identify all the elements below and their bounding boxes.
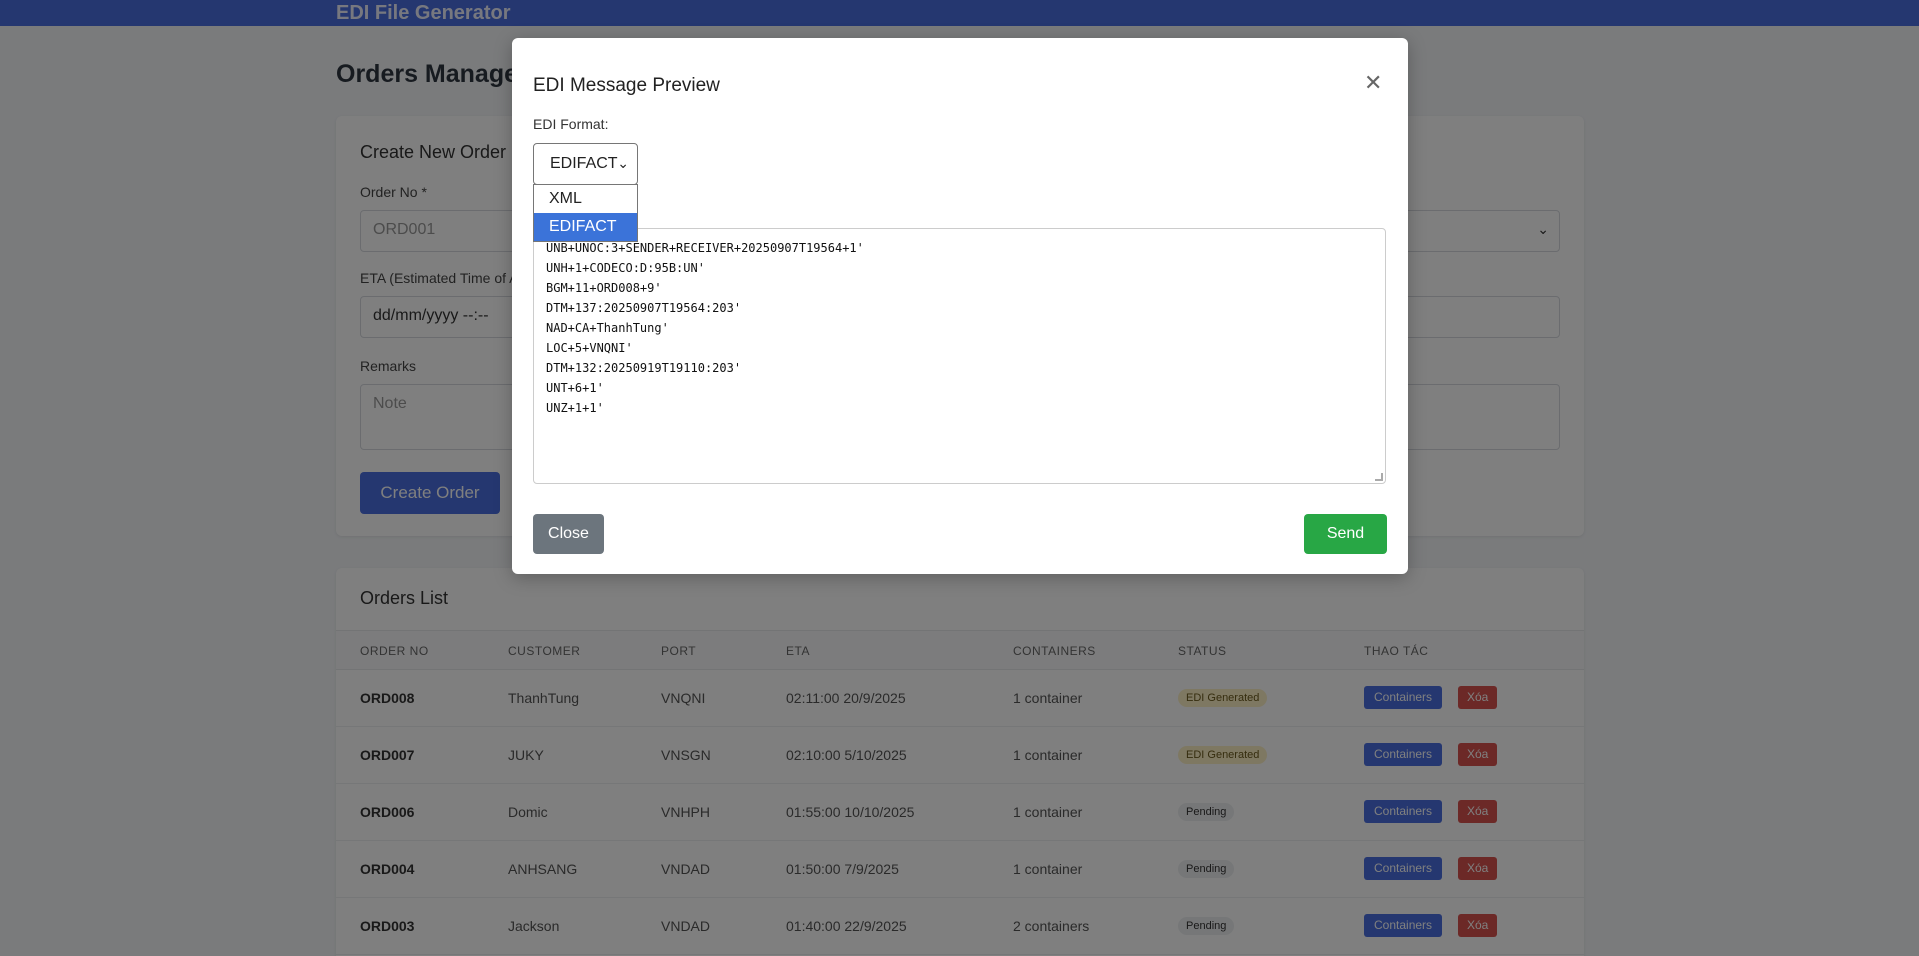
edi-line: UNT+6+1' <box>546 381 604 395</box>
edi-format-label: EDI Format: <box>533 116 609 132</box>
resize-handle[interactable] <box>1375 473 1383 481</box>
close-button[interactable]: Close <box>533 514 604 554</box>
edi-line: DTM+137:20250907T19564:203' <box>546 301 742 315</box>
edi-line: UNB+UNOC:3+SENDER+RECEIVER+20250907T1956… <box>546 241 864 255</box>
send-button[interactable]: Send <box>1304 514 1387 554</box>
edi-format-select[interactable]: EDIFACT ⌄ <box>533 143 638 185</box>
edi-format-dropdown: XML EDIFACT <box>533 184 638 242</box>
edi-format-value: EDIFACT <box>550 155 618 172</box>
edi-line: LOC+5+VNQNI' <box>546 341 633 355</box>
edi-line: UNZ+1+1' <box>546 401 604 415</box>
edi-preview-modal: EDI Message Preview ✕ EDI Format: EDIFAC… <box>512 38 1408 574</box>
close-icon[interactable]: ✕ <box>1364 72 1382 94</box>
edi-line: BGM+11+ORD008+9' <box>546 281 662 295</box>
format-option-xml[interactable]: XML <box>534 185 637 213</box>
modal-title: EDI Message Preview <box>533 75 720 96</box>
edi-line: UNH+1+CODECO:D:95B:UN' <box>546 261 705 275</box>
edi-line: NAD+CA+ThanhTung' <box>546 321 669 335</box>
edi-line: DTM+132:20250919T19110:203' <box>546 361 742 375</box>
chevron-down-icon: ⌄ <box>617 155 629 171</box>
format-option-edifact[interactable]: EDIFACT <box>534 213 637 241</box>
edi-message-textarea[interactable]: UNB+UNOC:3+SENDER+RECEIVER+20250907T1956… <box>533 228 1386 484</box>
